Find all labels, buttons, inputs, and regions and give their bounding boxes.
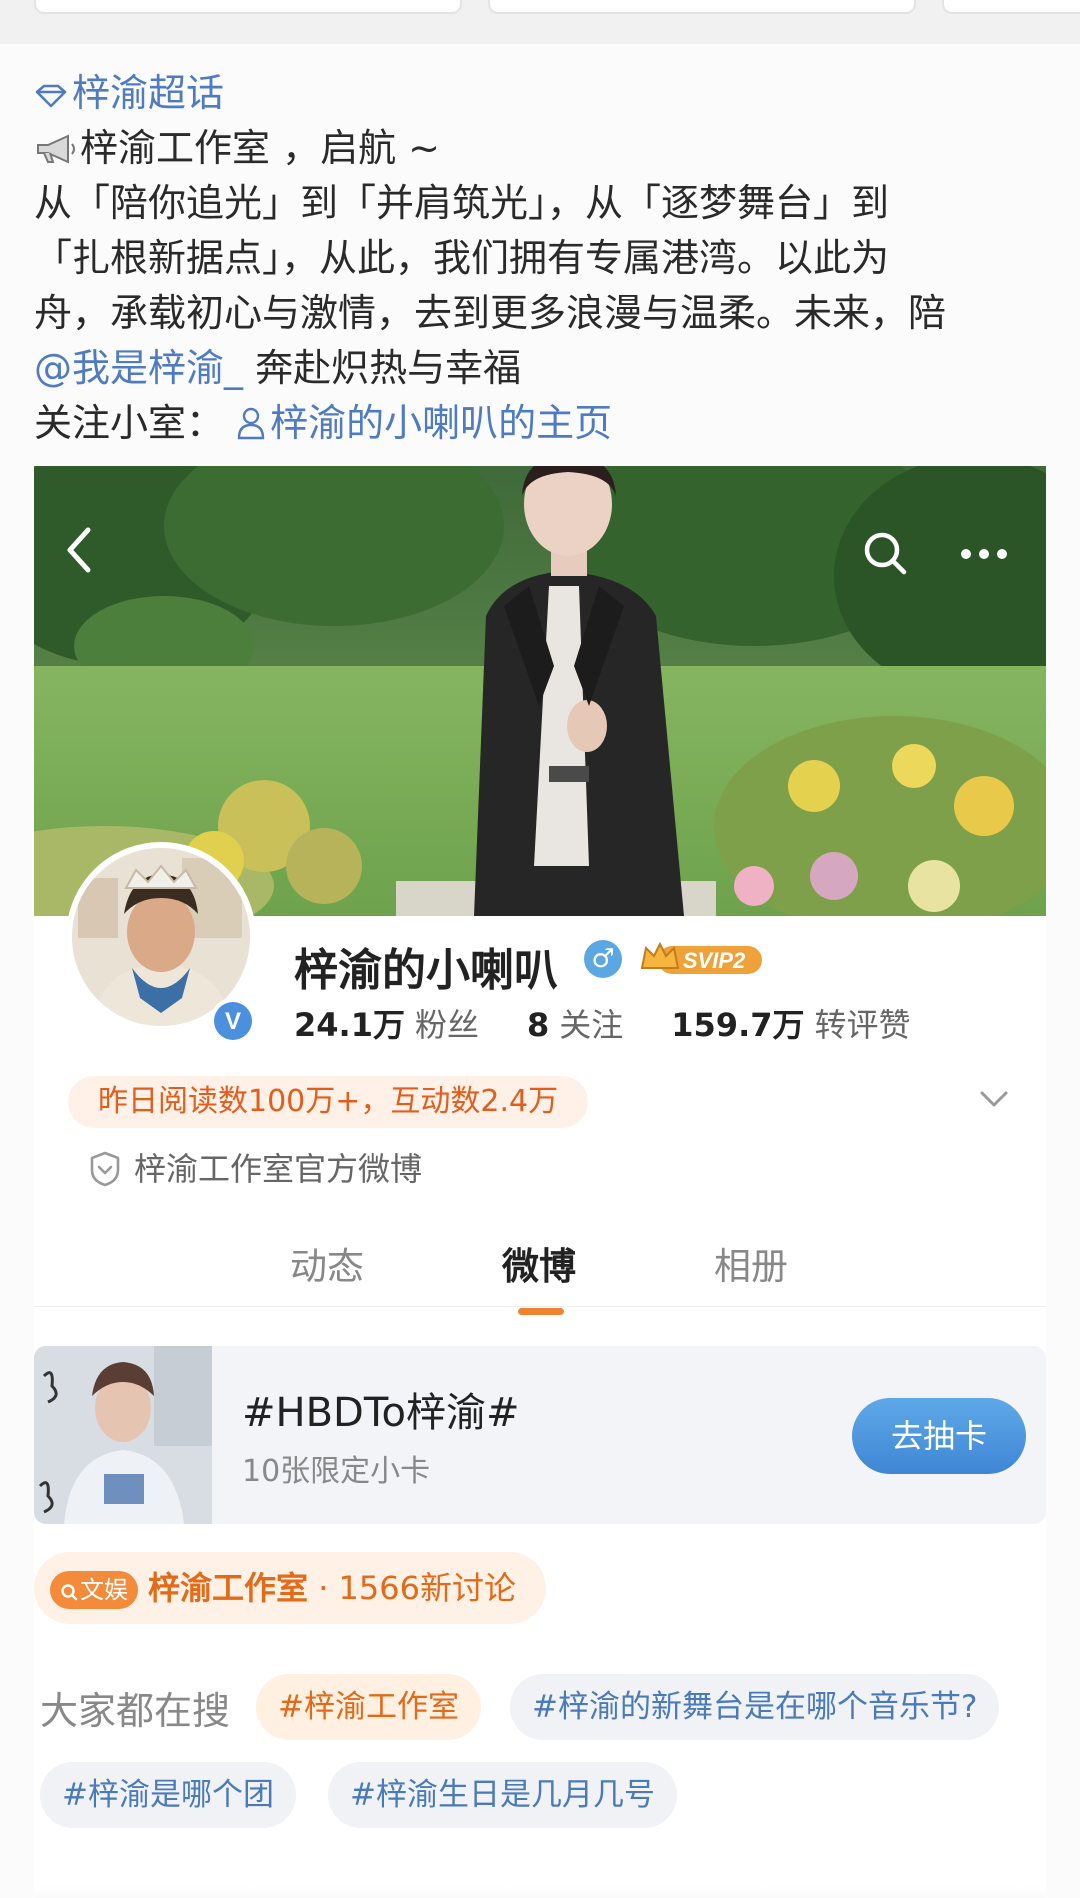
super-topic-link[interactable]: 梓渝超话 [34,66,1044,121]
yule-tag: 文娱 [50,1571,138,1609]
likes-count: 159.7万 [671,1006,805,1044]
tab-weibo[interactable]: 微博 [502,1236,576,1290]
topic-name[interactable]: 梓渝工作室 [148,1569,308,1607]
profile-link[interactable]: 梓渝的小喇叭的主页 [236,401,612,445]
search-chip[interactable]: #梓渝的新舞台是在哪个音乐节? [510,1674,1000,1740]
followers-label[interactable]: 粉丝 [415,1006,479,1044]
search-icon[interactable] [862,530,908,576]
search-chip[interactable]: #梓渝是哪个团 [40,1762,296,1828]
official-description: 梓渝工作室官方微博 [88,1146,422,1192]
post-text: 梓渝超话 梓渝工作室 ，启航 ~ 从「陪你追光」到「并肩筑光」，从「逐梦舞台」到… [34,66,1044,451]
official-desc-text: 梓渝工作室官方微博 [134,1150,423,1188]
follow-line: 关注小室： 梓渝的小喇叭的主页 [34,396,1044,451]
profile-card[interactable]: V 梓渝的小喇叭 ♂ SVIP2 24.1万 粉丝 8 关注 159.7万 转评赞 昨日阅… [34,466,1046,1898]
draw-card-button[interactable]: 去抽卡 [852,1398,1026,1474]
top-card-fragment [942,0,1080,14]
back-icon[interactable] [60,522,100,578]
body-line: 「扎根新据点」，从此，我们拥有专属港湾。以此为 [34,236,890,280]
user-icon [237,407,265,440]
super-topic-label[interactable]: 梓渝超话 [72,71,224,115]
svip-label: SVIP2 [683,948,746,973]
topic-count: · 1566新讨论 [308,1569,516,1607]
promo-photo [34,1346,212,1524]
following-label[interactable]: 关注 [559,1006,623,1044]
followers-count[interactable]: 24.1万 [294,1006,405,1044]
profile-stats: 24.1万 粉丝 8 关注 159.7万 转评赞 [294,1000,959,1046]
more-icon[interactable] [958,544,1010,564]
tab-album[interactable]: 相册 [714,1236,788,1290]
verified-icon: V [214,1002,252,1040]
male-gender-icon: ♂ [584,940,622,978]
promo-card[interactable]: #HBDTo梓渝# 10张限定小卡 去抽卡 [34,1346,1046,1524]
profile-name: 梓渝的小喇叭 [294,945,558,996]
mention-tail: 奔赴炽热与幸福 [243,346,522,390]
chevron-down-icon[interactable] [978,1088,1010,1110]
shield-icon [90,1151,120,1187]
svg-text:V: V [225,1008,241,1035]
post-headline: 梓渝工作室 ，启航 ~ [34,121,1044,176]
promo-subtitle: 10张限定小卡 [242,1454,431,1489]
bottom-edge [34,1886,1046,1898]
follow-label: 关注小室： [34,401,225,445]
top-card-fragment [488,0,916,14]
search-chip[interactable]: #梓渝生日是几月几号 [328,1762,677,1828]
body-line: 舟，承载初心与激情，去到更多浪漫与温柔。未来，陪 [34,291,947,335]
verified-badge: V [210,998,256,1044]
active-tab-indicator [518,1308,564,1315]
mention-link[interactable]: @我是梓渝_ [34,346,243,390]
following-count[interactable]: 8 [527,1006,549,1044]
top-card-fragment [34,0,462,14]
profile-link-label[interactable]: 梓渝的小喇叭的主页 [270,401,612,445]
mention-line: @我是梓渝_ 奔赴炽热与幸福 [34,341,1044,396]
promo-title: #HBDTo梓渝# [242,1390,520,1436]
diamond-topic-icon [35,84,67,108]
read-stats-badge: 昨日阅读数100万+，互动数2.4万 [68,1076,589,1128]
search-icon [61,1584,78,1601]
headline-text: 梓渝工作室 ，启航 ~ [80,126,440,170]
profile-tabs: 动态 微博 相册 [34,1236,1046,1307]
top-strip [0,0,1080,44]
promo-thumbnail [34,1346,212,1524]
topic-discussion-pill[interactable]: 文娱 梓渝工作室 · 1566新讨论 [34,1552,546,1624]
megaphone-icon [37,134,75,164]
likes-label: 转评赞 [814,1006,911,1044]
trending-search-label: 大家都在搜 [40,1689,231,1733]
search-chip[interactable]: #梓渝工作室 [256,1674,481,1740]
svip-badge[interactable]: SVIP2 [638,938,764,978]
tab-activity[interactable]: 动态 [290,1236,364,1290]
body-line: 从「陪你追光」到「并肩筑光」，从「逐梦舞台」到 [34,181,890,225]
yule-tag-label: 文娱 [80,1576,128,1604]
